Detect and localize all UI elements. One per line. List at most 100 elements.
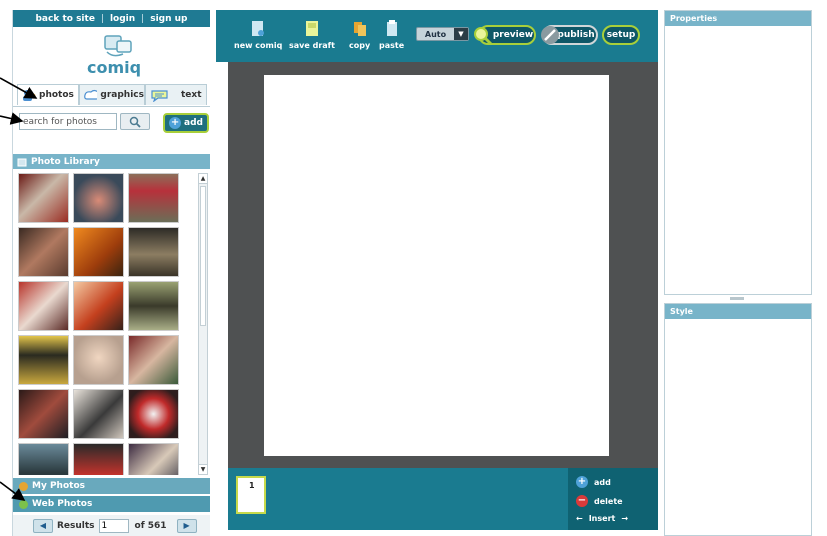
editor-toolbar: new comiq save draft copy paste Auto ▼ p… [216, 10, 658, 62]
copy-button[interactable]: copy [349, 20, 370, 50]
plus-icon: + [576, 476, 588, 488]
nav-separator: | [141, 13, 145, 24]
arrow-right-icon: → [621, 514, 629, 523]
tool-label: save draft [289, 41, 335, 50]
properties-header: Properties [665, 11, 811, 26]
paste-button[interactable]: paste [379, 20, 404, 50]
logo-text: comiq [87, 58, 142, 77]
tab-label: text [181, 90, 202, 100]
arrow-left-icon: ← [576, 514, 583, 523]
add-photo-button[interactable]: + add [163, 113, 209, 133]
photo-grid [18, 173, 196, 475]
save-icon [305, 21, 318, 36]
tool-label: paste [379, 41, 405, 50]
style-header: Style [665, 304, 811, 319]
comiq-logo[interactable]: comiq [75, 32, 155, 82]
frame-strip: 1 + add − delete ← Insert → [228, 468, 658, 530]
tab-graphics[interactable]: graphics [79, 84, 145, 105]
tool-label: new comiq [234, 41, 283, 50]
photo-thumb[interactable] [18, 389, 69, 439]
magnifier-icon [129, 116, 141, 128]
cloud-icon [84, 89, 98, 100]
photo-thumb[interactable] [73, 335, 124, 385]
photo-thumb[interactable] [18, 227, 69, 277]
prev-page-icon[interactable]: ◀ [33, 518, 53, 533]
nav-separator: | [100, 13, 104, 24]
photo-thumb[interactable] [18, 443, 69, 475]
folder-icon [19, 481, 28, 491]
minus-icon: − [576, 495, 588, 507]
pagination: ◀ Results of 561 ▶ [13, 515, 210, 536]
panel-splitter[interactable] [730, 297, 744, 300]
my-photos-header[interactable]: My Photos [13, 478, 210, 494]
photo-thumb[interactable] [128, 173, 179, 223]
insert-frame-button[interactable]: ← Insert → [576, 514, 628, 523]
photo-thumb[interactable] [128, 281, 179, 331]
photo-thumb[interactable] [128, 227, 179, 277]
top-nav: back to site | login | sign up [13, 10, 210, 27]
photo-thumb[interactable] [128, 443, 179, 475]
scroll-up-icon[interactable]: ▲ [199, 174, 207, 184]
add-frame-button[interactable]: + add [576, 476, 611, 488]
photo-thumb[interactable] [18, 335, 69, 385]
copy-icon [353, 22, 366, 36]
scroll-thumb[interactable] [200, 186, 206, 326]
magnifier-icon [474, 27, 493, 46]
scroll-down-icon[interactable]: ▼ [199, 464, 207, 474]
delete-frame-button[interactable]: − delete [576, 495, 623, 507]
photo-thumb[interactable] [73, 227, 124, 277]
back-to-site-link[interactable]: back to site [35, 14, 94, 24]
plus-icon: + [169, 117, 182, 129]
add-label: add [184, 118, 203, 128]
tab-label: photos [39, 90, 74, 100]
photo-thumb[interactable] [73, 173, 124, 223]
new-document-icon [252, 21, 265, 36]
results-label: Results [57, 520, 95, 531]
left-panel: back to site | login | sign up comiq pho… [12, 10, 210, 536]
asset-tabs: photos graphics text [13, 84, 210, 107]
login-link[interactable]: login [110, 14, 135, 24]
web-photos-header[interactable]: Web Photos [13, 496, 210, 512]
photo-thumb[interactable] [73, 281, 124, 331]
tab-text[interactable]: text [145, 84, 207, 105]
my-photos-label: My Photos [32, 481, 85, 491]
next-page-icon[interactable]: ▶ [176, 518, 197, 533]
globe-icon [19, 499, 28, 509]
insert-frame-label: Insert [588, 514, 616, 523]
photo-thumb[interactable] [128, 335, 179, 385]
frame-thumbnail[interactable]: 1 [236, 476, 266, 514]
search-input[interactable] [19, 113, 117, 130]
preview-label: preview [492, 30, 534, 40]
tab-label: graphics [100, 90, 144, 100]
tool-label: copy [349, 41, 371, 50]
speech-bubble-icon [151, 89, 168, 102]
web-photos-label: Web Photos [32, 499, 93, 509]
search-button[interactable] [120, 113, 150, 130]
photo-scrollbar[interactable]: ▲ ▼ [198, 173, 208, 475]
chevron-down-icon: ▼ [454, 28, 468, 40]
library-icon [17, 158, 27, 166]
new-comiq-button[interactable]: new comiq [234, 20, 282, 50]
save-draft-button[interactable]: save draft [289, 20, 335, 50]
setup-label: setup [606, 30, 636, 40]
page-number-input[interactable] [98, 518, 129, 533]
person-photo-icon [23, 90, 36, 101]
sign-up-link[interactable]: sign up [150, 14, 187, 24]
tab-photos[interactable]: photos [17, 84, 79, 105]
photo-thumb[interactable] [18, 173, 69, 223]
setup-button[interactable]: setup [602, 25, 640, 45]
add-frame-label: add [594, 477, 611, 487]
frame-actions: + add − delete ← Insert → [568, 468, 658, 530]
properties-panel: Properties [664, 10, 812, 295]
photo-thumb[interactable] [128, 389, 179, 439]
photo-library-header[interactable]: Photo Library [13, 154, 210, 169]
auto-select[interactable]: Auto ▼ [416, 27, 469, 41]
paste-icon [386, 20, 397, 36]
photo-thumb[interactable] [73, 389, 124, 439]
photo-thumb[interactable] [73, 443, 124, 475]
photo-thumb[interactable] [18, 281, 69, 331]
photo-library-title: Photo Library [31, 156, 100, 167]
publish-label: publish [557, 30, 595, 40]
comic-canvas[interactable] [264, 75, 609, 456]
auto-select-value: Auto [424, 29, 447, 39]
